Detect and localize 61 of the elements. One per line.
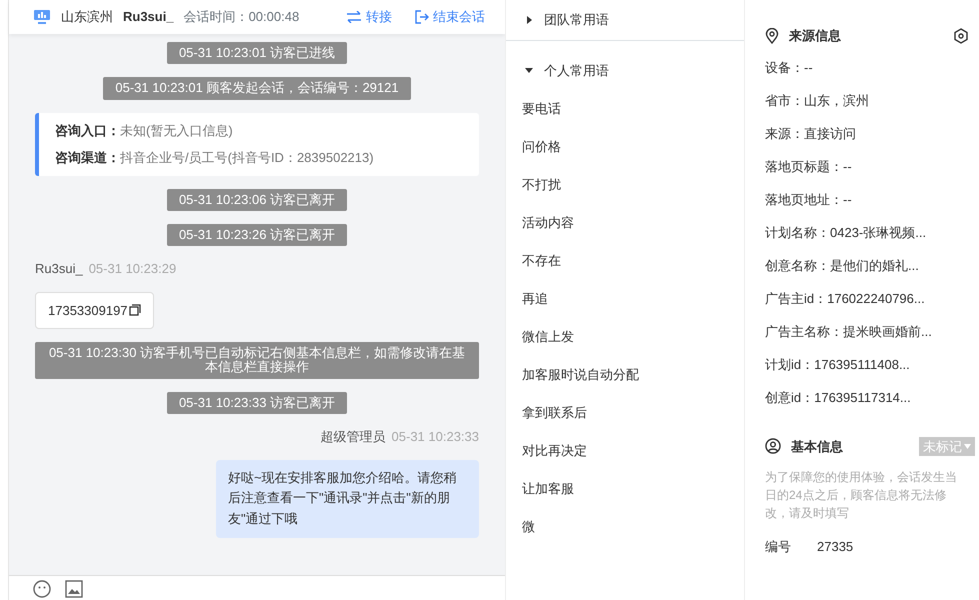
info-field: 创意名称：是他们的婚礼... (765, 250, 965, 282)
location-pin-icon (765, 28, 779, 44)
section-title: 来源信息 (789, 27, 841, 45)
info-field: 落地页地址：-- (765, 184, 965, 216)
monitor-icon (33, 9, 51, 25)
info-field: 省市：山东，滨州 (765, 84, 965, 118)
phrase-item[interactable]: 拿到联系后 (506, 394, 744, 432)
info-field: 设备：-- (765, 52, 965, 84)
phrase-item[interactable]: 不打扰 (506, 166, 744, 204)
message-time: 05-31 10:23:29 (88, 261, 176, 276)
info-field: 计划名称：0423-张琳视频... (765, 216, 965, 250)
info-field: 广告主id：176022240796... (765, 282, 965, 316)
copy-icon[interactable] (128, 304, 141, 316)
phrase-item[interactable]: 不存在 (506, 242, 744, 280)
notice-text: 为了保障您的使用体验，会话发生当日的24点之后，顾客信息将无法修改，请及时填写 (765, 469, 958, 522)
system-message: 05-31 10:23:33 访客已离开 (166, 392, 348, 414)
sender-name: Ru3sui_ (35, 261, 83, 276)
phrase-item[interactable]: 微 (506, 508, 744, 546)
phrase-item[interactable]: 让加客服 (506, 470, 744, 508)
emoji-icon[interactable] (33, 580, 51, 598)
sender-name: 超级管理员 (320, 429, 386, 444)
info-field: 落地页标题：-- (765, 150, 965, 184)
field-value: 27335 (817, 538, 854, 556)
system-message: 05-31 10:23:26 访客已离开 (166, 224, 348, 246)
system-message: 05-31 10:23:30 访客手机号已自动标记右侧基本信息栏，如需修改请在基本信息栏直接操作 (35, 342, 479, 379)
image-icon[interactable] (65, 580, 83, 598)
caret-right-icon (524, 14, 534, 25)
user-icon (765, 438, 781, 454)
phrase-item[interactable]: 再追 (506, 280, 744, 318)
session-time: 会话时间：00:00:48 (184, 8, 300, 26)
settings-icon[interactable] (953, 28, 969, 44)
info-field: 广告主名称：提米映画婚前... (765, 316, 965, 348)
phone-number: 17353309197 (48, 302, 128, 320)
system-message: 05-31 10:23:01 访客已进线 (166, 42, 348, 64)
exit-icon (415, 10, 429, 24)
phrase-item[interactable]: 加客服时说自动分配 (506, 356, 744, 394)
phrase-group[interactable]: 团队常用语 (506, 0, 744, 40)
end-session-button[interactable]: 结束会话 (415, 7, 485, 27)
phrase-item[interactable]: 对比再决定 (506, 432, 744, 470)
info-field: 创意id：176395117314... (765, 382, 965, 414)
phrase-group[interactable]: 个人常用语 (506, 50, 744, 90)
transfer-button[interactable]: 转接 (346, 7, 392, 27)
info-line: 咨询入口：未知(暂无入口信息) (55, 122, 234, 140)
phrase-item[interactable]: 微信上发 (506, 318, 744, 356)
phrase-item[interactable]: 要电话 (506, 90, 744, 128)
swap-arrows-icon (346, 11, 362, 23)
info-line: 咨询渠道：抖音企业号/员工号(抖音号ID：2839502213) (55, 149, 375, 168)
system-message: 05-31 10:23:01 顾客发起会话，会话编号：29121 (103, 77, 411, 100)
info-field: 来源：直接访问 (765, 118, 965, 150)
message-time: 05-31 10:23:33 (392, 429, 479, 444)
message-bubble: 好哒~现在安排客服加您介绍哈。请您稍后注意查看一下"通讯录"并点击"新的朋友"通过下哦 (216, 460, 479, 538)
phrase-item[interactable]: 问价格 (506, 128, 744, 166)
location-label: 山东滨州 (61, 8, 113, 26)
info-field: 计划id：176395111408... (765, 348, 965, 382)
system-message: 05-31 10:23:06 访客已离开 (166, 188, 348, 211)
section-title: 基本信息 (791, 438, 843, 456)
phrase-item[interactable]: 活动内容 (506, 204, 744, 242)
caret-down-icon (524, 65, 534, 76)
visitor-name: Ru3sui_ (123, 8, 174, 26)
caret-down-icon (964, 444, 971, 449)
field-label: 编号 (765, 538, 791, 556)
